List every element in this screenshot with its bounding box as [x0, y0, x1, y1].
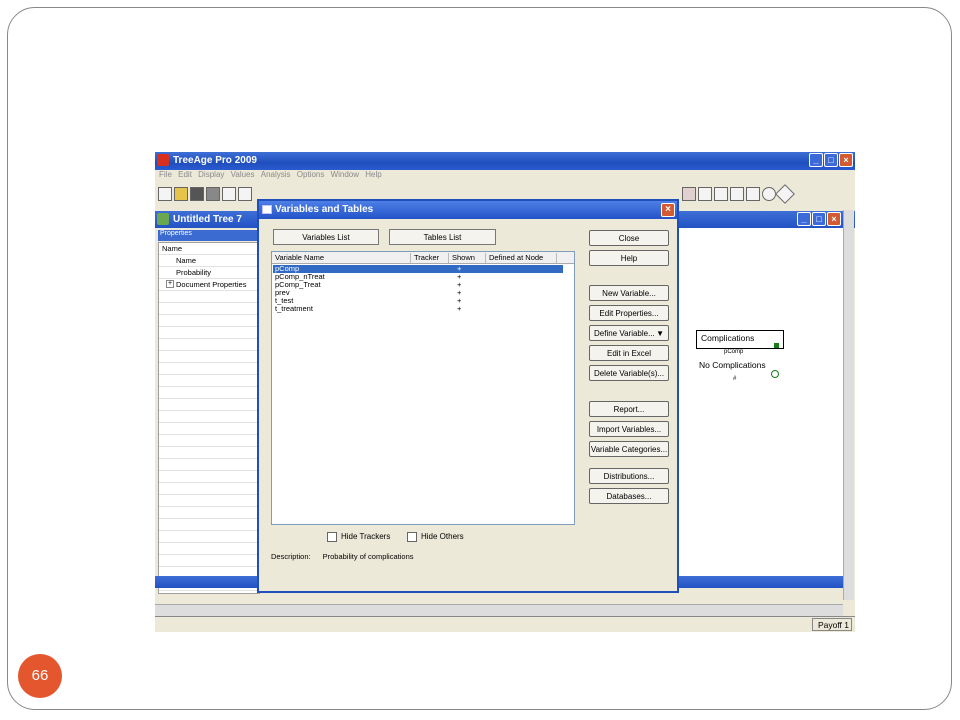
import-variables-button[interactable]: Import Variables...: [589, 421, 669, 437]
close-button[interactable]: Close: [589, 230, 669, 246]
help-button[interactable]: Help: [589, 250, 669, 266]
property-name[interactable]: Name: [176, 256, 196, 265]
description-label: Description:: [271, 552, 311, 561]
tree-window-title: Untitled Tree 7: [173, 214, 242, 225]
slide-page-number: 66: [18, 654, 62, 698]
column-variable-name[interactable]: Variable Name: [272, 253, 411, 263]
app-title: TreeAge Pro 2009: [173, 155, 257, 166]
menu-display[interactable]: Display: [198, 170, 224, 179]
terminal-node-icon[interactable]: [774, 343, 779, 348]
edit-in-excel-button[interactable]: Edit in Excel: [589, 345, 669, 361]
open-folder-icon[interactable]: [174, 187, 188, 201]
databases-button[interactable]: Databases...: [589, 488, 669, 504]
branch-hash: #: [733, 376, 737, 382]
delete-variables-button[interactable]: Delete Variable(s)...: [589, 365, 669, 381]
toolbar-icon[interactable]: [238, 187, 252, 201]
edit-properties-button[interactable]: Edit Properties...: [589, 305, 669, 321]
menu-window[interactable]: Window: [331, 170, 359, 179]
distributions-button[interactable]: Distributions...: [589, 468, 669, 484]
list-item[interactable]: prev +: [273, 289, 563, 297]
maximize-icon[interactable]: □: [824, 153, 838, 167]
toolbar-icon[interactable]: [730, 187, 744, 201]
payoff-indicator: Payoff 1: [812, 618, 852, 631]
properties-header: Properties: [158, 230, 258, 241]
chevron-down-icon: ▼: [656, 329, 664, 338]
close-icon[interactable]: ×: [839, 153, 853, 167]
hide-others-checkbox[interactable]: Hide Others: [407, 532, 464, 542]
treeage-app-icon: [157, 154, 169, 166]
report-button[interactable]: Report...: [589, 401, 669, 417]
properties-column-name: Name: [162, 244, 183, 253]
close-icon[interactable]: ×: [827, 212, 841, 226]
tree-icon: [157, 213, 169, 225]
list-header: Variable Name Tracker Shown Defined at N…: [272, 252, 574, 264]
branch-complications[interactable]: Complications: [701, 333, 754, 343]
app-screenshot: TreeAge Pro 2009 _ □ × File Edit Display V…: [155, 152, 855, 632]
status-bar: Payoff 1: [155, 616, 855, 632]
menu-analysis[interactable]: Analysis: [261, 170, 291, 179]
variables-dialog: Variables and Tables × Variables List Ta…: [257, 199, 679, 593]
toolbar-icon[interactable]: [682, 187, 696, 201]
column-shown[interactable]: Shown: [449, 253, 486, 263]
tab-variables-list[interactable]: Variables List: [273, 229, 379, 245]
branch-no-complications[interactable]: No Complications: [699, 360, 766, 370]
horizontal-scrollbar[interactable]: [155, 604, 843, 616]
property-document-properties[interactable]: Document Properties: [176, 280, 246, 289]
menu-edit[interactable]: Edit: [178, 170, 192, 179]
maximize-icon[interactable]: □: [812, 212, 826, 226]
hide-trackers-checkbox[interactable]: Hide Trackers: [327, 532, 390, 542]
description: Description: Probability of complications: [271, 552, 426, 561]
new-file-icon[interactable]: [158, 187, 172, 201]
save-icon[interactable]: [190, 187, 204, 201]
properties-panel: Name Name Probability + Document Propert…: [158, 242, 260, 594]
print-icon[interactable]: [206, 187, 220, 201]
diamond-tool-icon[interactable]: [775, 184, 795, 204]
column-tracker[interactable]: Tracker: [411, 253, 449, 263]
vertical-scrollbar[interactable]: [843, 210, 854, 600]
menu-options[interactable]: Options: [297, 170, 325, 179]
close-icon[interactable]: ×: [661, 203, 675, 217]
description-value: Probability of complications: [322, 552, 414, 561]
app-titlebar: TreeAge Pro 2009 _ □ ×: [155, 152, 855, 170]
branch-probability: pComp: [724, 349, 744, 355]
toolbar-icon[interactable]: [714, 187, 728, 201]
list-item[interactable]: pComp_Treat +: [273, 281, 563, 289]
menu-file[interactable]: File: [159, 170, 172, 179]
list-item[interactable]: t_treatment +: [273, 305, 563, 313]
variable-categories-button[interactable]: Variable Categories...: [589, 441, 669, 457]
terminal-node-icon[interactable]: [771, 370, 779, 378]
define-variable-button[interactable]: Define Variable... ▼: [589, 325, 669, 341]
list-item[interactable]: t_test +: [273, 297, 563, 305]
menu-help[interactable]: Help: [365, 170, 381, 179]
variables-list[interactable]: Variable Name Tracker Shown Defined at N…: [271, 251, 575, 525]
minimize-icon[interactable]: _: [797, 212, 811, 226]
menubar: File Edit Display Values Analysis Option…: [155, 170, 855, 183]
column-defined-at-node[interactable]: Defined at Node: [486, 253, 557, 263]
minimize-icon[interactable]: _: [809, 153, 823, 167]
toolbar-icon[interactable]: [746, 187, 760, 201]
expand-icon[interactable]: +: [166, 280, 174, 288]
property-probability[interactable]: Probability: [176, 268, 211, 277]
dialog-title: Variables and Tables: [275, 204, 374, 215]
tab-tables-list[interactable]: Tables List: [389, 229, 496, 245]
window-icon: [262, 205, 272, 214]
circle-tool-icon[interactable]: [762, 187, 776, 201]
print-preview-icon[interactable]: [222, 187, 236, 201]
menu-values[interactable]: Values: [231, 170, 255, 179]
toolbar-icon[interactable]: [698, 187, 712, 201]
dialog-titlebar: Variables and Tables ×: [259, 201, 677, 219]
new-variable-button[interactable]: New Variable...: [589, 285, 669, 301]
tree-canvas: [675, 228, 843, 588]
